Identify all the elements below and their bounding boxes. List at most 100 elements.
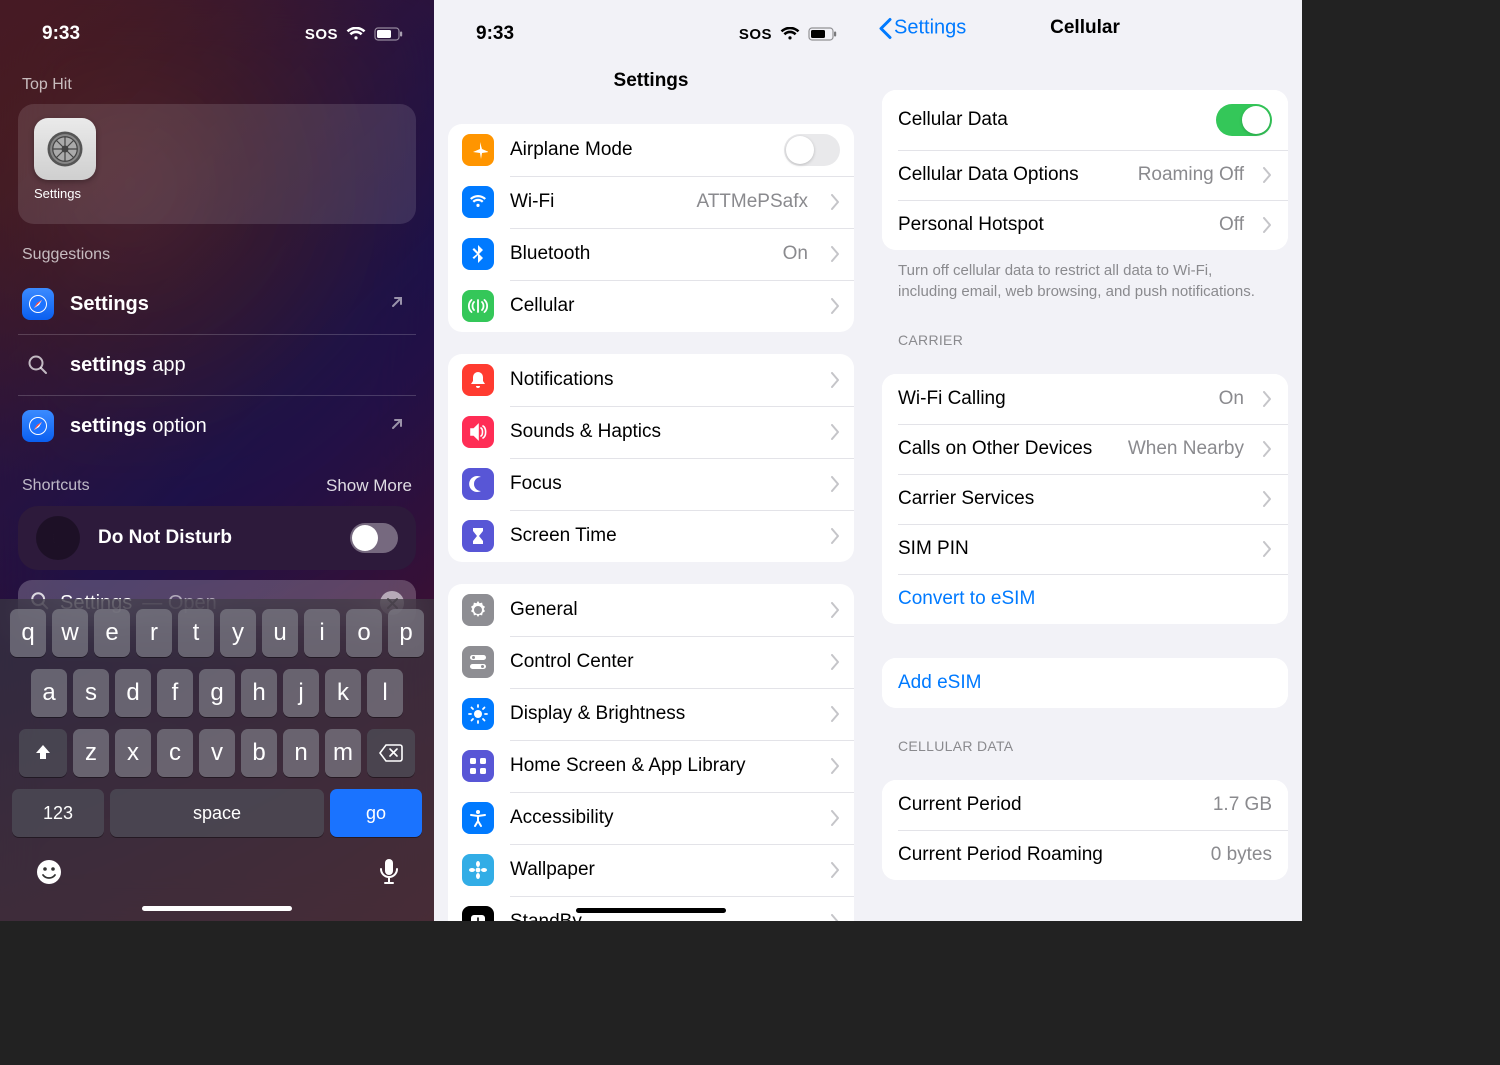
dictation-key[interactable] [378,857,400,892]
settings-row-home-screen-app-library[interactable]: Home Screen & App Library [448,740,854,792]
key-u[interactable]: u [262,609,298,657]
row-label: Cellular [510,295,808,317]
key-s[interactable]: s [73,669,109,717]
settings-row-focus[interactable]: Focus [448,458,854,510]
bluetooth-icon [462,238,494,270]
key-d[interactable]: d [115,669,151,717]
cellular-row-sim-pin[interactable]: SIM PIN [882,524,1288,574]
settings-row-bluetooth[interactable]: BluetoothOn [448,228,854,280]
key-g[interactable]: g [199,669,235,717]
accessibility-icon [462,802,494,834]
cellular-row-wi-fi-calling[interactable]: Wi-Fi CallingOn [882,374,1288,424]
key-q[interactable]: q [10,609,46,657]
settings-row-accessibility[interactable]: Accessibility [448,792,854,844]
chevron-right-icon [830,424,840,440]
dnd-shortcut-card[interactable]: Do Not Disturb [18,506,416,570]
dnd-toggle[interactable] [350,523,398,553]
settings-row-cellular[interactable]: Cellular [448,280,854,332]
cellular-row-add-esim[interactable]: Add eSIM [882,658,1288,708]
cellular-row-convert-to-esim[interactable]: Convert to eSIM [882,574,1288,624]
key-e[interactable]: e [94,609,130,657]
key-v[interactable]: v [199,729,235,777]
settings-row-control-center[interactable]: Control Center [448,636,854,688]
key-n[interactable]: n [283,729,319,777]
key-x[interactable]: x [115,729,151,777]
speaker-icon [462,416,494,448]
key-t[interactable]: t [178,609,214,657]
chevron-right-icon [1262,541,1272,557]
toggle[interactable] [784,134,840,166]
home-indicator[interactable] [142,906,292,911]
antenna-icon [462,290,494,322]
page-title: Settings [434,54,868,104]
key-f[interactable]: f [157,669,193,717]
settings-row-notifications[interactable]: Notifications [448,354,854,406]
numbers-key[interactable]: 123 [12,789,104,837]
key-r[interactable]: r [136,609,172,657]
cellular-row-current-period[interactable]: Current Period1.7 GB [882,780,1288,830]
key-y[interactable]: y [220,609,256,657]
key-a[interactable]: a [31,669,67,717]
wifi-icon [462,186,494,218]
row-label: Notifications [510,369,808,391]
flower-icon [462,854,494,886]
settings-row-screen-time[interactable]: Screen Time [448,510,854,562]
backspace-key[interactable] [367,729,415,777]
back-button[interactable]: Settings [878,17,966,40]
row-label: Cellular Data Options [898,164,1126,186]
key-l[interactable]: l [367,669,403,717]
settings-row-general[interactable]: General [448,584,854,636]
emoji-key[interactable] [34,857,64,892]
show-more-button[interactable]: Show More [326,476,412,496]
cellular-row-cellular-data[interactable]: Cellular Data [882,90,1288,150]
status-sos: SOS [305,26,338,43]
key-h[interactable]: h [241,669,277,717]
airplane-icon [462,134,494,166]
space-key[interactable]: space [110,789,324,837]
suggestion-text: settings app [70,354,406,377]
chevron-right-icon [830,194,840,210]
safari-icon [22,410,54,442]
cellular-row-current-period-roaming[interactable]: Current Period Roaming0 bytes [882,830,1288,880]
toggle[interactable] [1216,104,1272,136]
key-w[interactable]: w [52,609,88,657]
row-label: Screen Time [510,525,808,547]
key-p[interactable]: p [388,609,424,657]
cellular-row-cellular-data-options[interactable]: Cellular Data Options Roaming Off [882,150,1288,200]
nav-bar: Settings Cellular [868,0,1302,56]
settings-row-airplane-mode[interactable]: Airplane Mode [448,124,854,176]
go-key[interactable]: go [330,789,422,837]
home-indicator[interactable] [576,908,726,913]
cellular-row-carrier-services[interactable]: Carrier Services [882,474,1288,524]
cellular-row-calls-on-other-devices[interactable]: Calls on Other DevicesWhen Nearby [882,424,1288,474]
settings-row-wallpaper[interactable]: Wallpaper [448,844,854,896]
shift-key[interactable] [19,729,67,777]
shortcuts-label: Shortcuts [22,477,90,495]
top-hit-card[interactable]: Settings [18,104,416,224]
settings-row-display-brightness[interactable]: Display & Brightness [448,688,854,740]
key-j[interactable]: j [283,669,319,717]
suggestion-row[interactable]: settings option [18,396,416,456]
settings-row-wi-fi[interactable]: Wi-FiATTMePSafx [448,176,854,228]
key-i[interactable]: i [304,609,340,657]
row-value: Roaming Off [1138,164,1244,186]
key-b[interactable]: b [241,729,277,777]
page-title: Cellular [1050,17,1120,39]
suggestion-row[interactable]: Settings [18,274,416,335]
standby-icon [462,906,494,921]
shortcuts-header: Shortcuts Show More [0,456,434,506]
bell-icon [462,364,494,396]
chevron-right-icon [830,914,840,921]
settings-row-sounds-haptics[interactable]: Sounds & Haptics [448,406,854,458]
row-label: Wi-Fi Calling [898,388,1207,410]
suggestion-row[interactable]: settings app [18,335,416,396]
key-o[interactable]: o [346,609,382,657]
key-k[interactable]: k [325,669,361,717]
cellular-row-personal-hotspot[interactable]: Personal HotspotOff [882,200,1288,250]
key-c[interactable]: c [157,729,193,777]
key-z[interactable]: z [73,729,109,777]
key-m[interactable]: m [325,729,361,777]
carrier-header: CARRIER [868,302,1302,356]
suggestions-list: Settings settings app settings option [18,274,416,456]
row-label: Sounds & Haptics [510,421,808,443]
